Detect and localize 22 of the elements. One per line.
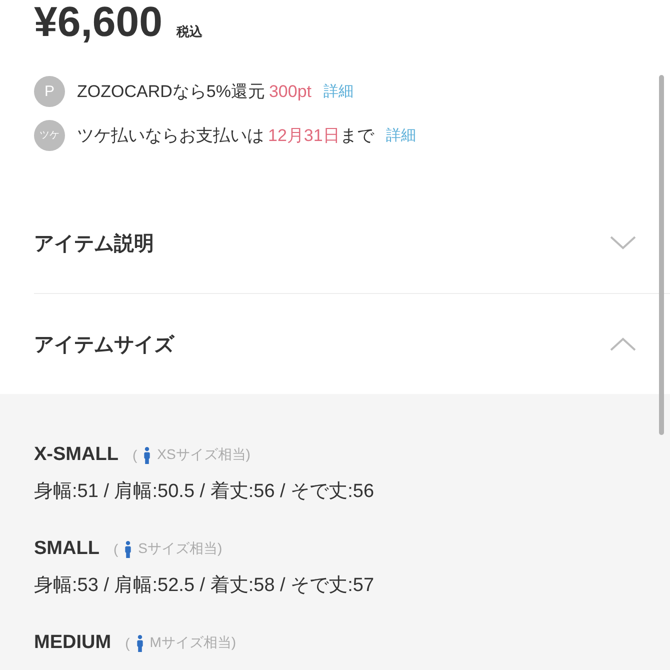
size-name: MEDIUM xyxy=(34,632,112,654)
price: ¥6,600 xyxy=(34,2,162,42)
size-measurements: 身幅:53 / 肩幅:52.5 / 着丈:58 / そで丈:57 xyxy=(34,574,376,598)
person-icon xyxy=(143,446,152,464)
size-note: Mサイズ相当) xyxy=(150,634,236,652)
benefit-text: ZOZOCARDなら5%還元 300pt xyxy=(77,80,312,102)
badge-icon: ツケ xyxy=(34,120,65,150)
person-icon xyxy=(124,540,132,558)
accordion-header[interactable]: アイテム説明 xyxy=(34,193,670,293)
size-note: ( xyxy=(132,447,138,463)
badge-icon: P xyxy=(34,76,65,106)
size-note: ( xyxy=(113,541,118,557)
benefit-text: ツケ払いならお支払いは 12月31日 まで xyxy=(77,124,374,146)
size-note: ( xyxy=(125,635,130,651)
size-note: XSサイズ相当) xyxy=(157,446,250,464)
scrollbar[interactable] xyxy=(659,75,664,435)
size-name: SMALL xyxy=(34,538,100,560)
size-note: Sサイズ相当) xyxy=(138,540,222,558)
person-icon xyxy=(136,634,144,652)
size-measurements: 身幅:51 / 肩幅:50.5 / 着丈:56 / そで丈:56 xyxy=(34,480,376,504)
size-name: X-SMALL xyxy=(34,444,118,466)
tax-label: 税込 xyxy=(176,23,202,41)
